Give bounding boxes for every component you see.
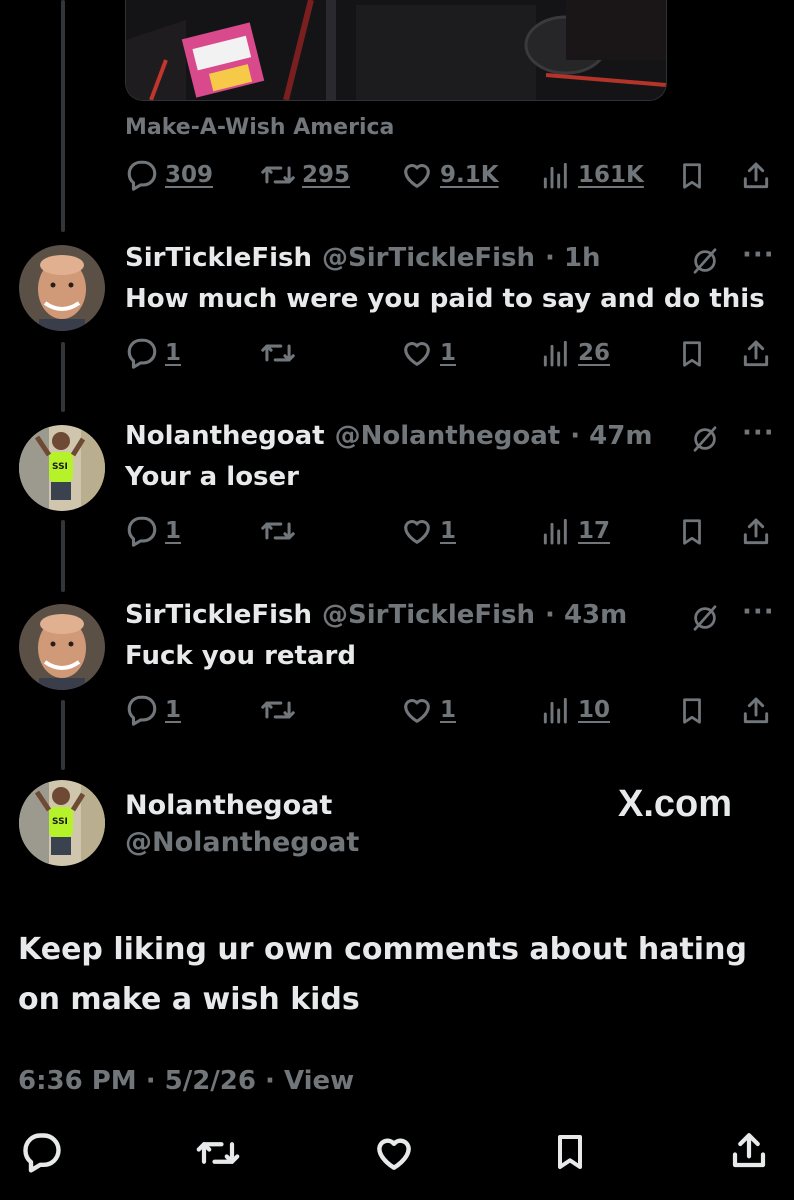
heart-icon[interactable] [372,1131,416,1175]
repost-button[interactable]: 295 [260,158,350,192]
heart-icon [404,341,430,366]
reply-header: Nolanthegoat @Nolanthegoat · 47m [125,421,652,451]
avatar[interactable]: SSI [19,425,105,511]
repost-count: 295 [302,162,351,188]
user-handle[interactable]: @Nolanthegoat [125,827,359,858]
repost-icon [261,344,295,362]
thread-line [61,342,65,412]
display-name[interactable]: SirTickleFish [125,243,312,273]
reply-text: How much were you paid to say and do thi… [125,284,765,314]
heart-icon [404,163,430,188]
bookmark-icon[interactable] [677,696,707,726]
avatar[interactable]: SSI [19,780,105,866]
views-count: 161K [578,162,644,188]
reply-icon [127,160,157,191]
views-button[interactable]: 26 [540,336,610,370]
reply-icon [127,695,157,726]
reply-icon[interactable] [20,1130,64,1174]
like-count: 1 [440,340,457,366]
bookmark-icon[interactable] [677,161,707,191]
reply-text: Your a loser [125,462,299,492]
svg-text:SSI: SSI [52,817,68,827]
views-button[interactable]: 10 [540,693,610,727]
repost-icon [261,522,295,540]
bookmark-icon[interactable] [677,339,707,369]
avatar[interactable] [19,245,105,331]
views-icon [543,697,567,724]
reply-count: 309 [165,162,214,188]
reply-count: 1 [165,518,182,544]
views-icon [543,518,567,545]
bookmark-icon[interactable] [677,517,707,547]
post-time[interactable]: · 47m [570,421,652,451]
user-handle[interactable]: @Nolanthegoat [335,421,561,451]
avatar[interactable] [19,604,105,690]
repost-icon [261,701,295,719]
grok-icon[interactable] [690,246,720,276]
bookmark-icon[interactable] [550,1132,590,1172]
thread-line [61,520,65,592]
reply-button[interactable]: 1 [125,693,181,727]
repost-button[interactable] [260,693,296,727]
heart-icon [404,698,430,723]
display-name[interactable]: Nolanthegoat [125,790,332,821]
display-name[interactable]: Nolanthegoat [125,421,325,451]
reply-count: 1 [165,697,182,723]
more-options-button[interactable]: ··· [742,597,775,627]
reply-header: SirTickleFish @SirTickleFish · 1h [125,243,601,273]
post-text: Keep liking ur own comments about hating… [18,932,747,1017]
heart-icon [404,519,430,544]
display-name[interactable]: SirTickleFish [125,600,312,630]
user-handle[interactable]: @SirTickleFish [322,243,535,273]
reply-icon [127,338,157,369]
repost-icon[interactable] [195,1132,241,1174]
share-icon[interactable] [740,695,772,727]
quoted-source-label[interactable]: Make-A-Wish America [125,115,394,140]
views-count: 26 [578,340,611,366]
post-timestamp[interactable]: 6:36 PM · 5/2/26 · View [18,1066,354,1096]
reply-button[interactable]: 1 [125,514,181,548]
x-watermark: X.com [618,783,733,825]
share-icon[interactable] [740,338,772,370]
repost-button[interactable] [260,336,296,370]
grok-icon[interactable] [690,424,720,454]
quoted-media-image[interactable] [125,0,667,101]
share-icon[interactable] [740,160,772,192]
like-button[interactable]: 1 [400,693,456,727]
views-icon [543,162,567,189]
reply-text: Fuck you retard [125,641,356,671]
thread-line [61,700,65,770]
views-button[interactable]: 17 [540,514,610,548]
reply-count: 1 [165,340,182,366]
views-count: 17 [578,518,611,544]
share-icon[interactable] [740,516,772,548]
svg-text:SSI: SSI [52,462,68,472]
views-count: 10 [578,697,611,723]
repost-icon [261,166,295,184]
post-time[interactable]: · 43m [545,600,627,630]
views-icon [543,340,567,367]
post-time[interactable]: · 1h [545,243,601,273]
like-button[interactable]: 1 [400,336,456,370]
more-options-button[interactable]: ··· [742,418,775,448]
share-icon[interactable] [728,1130,770,1172]
like-button[interactable]: 1 [400,514,456,548]
thread-line [61,0,65,232]
user-handle[interactable]: @SirTickleFish [322,600,535,630]
reply-icon [127,516,157,547]
repost-button[interactable] [260,514,296,548]
reply-header: SirTickleFish @SirTickleFish · 43m [125,600,627,630]
like-button[interactable]: 9.1K [400,158,499,192]
reply-button[interactable]: 309 [125,158,213,192]
views-button[interactable]: 161K [540,158,644,192]
reply-button[interactable]: 1 [125,336,181,370]
like-count: 1 [440,518,457,544]
like-count: 9.1K [440,162,499,188]
like-count: 1 [440,697,457,723]
more-options-button[interactable]: ··· [742,240,775,270]
grok-icon[interactable] [690,603,720,633]
